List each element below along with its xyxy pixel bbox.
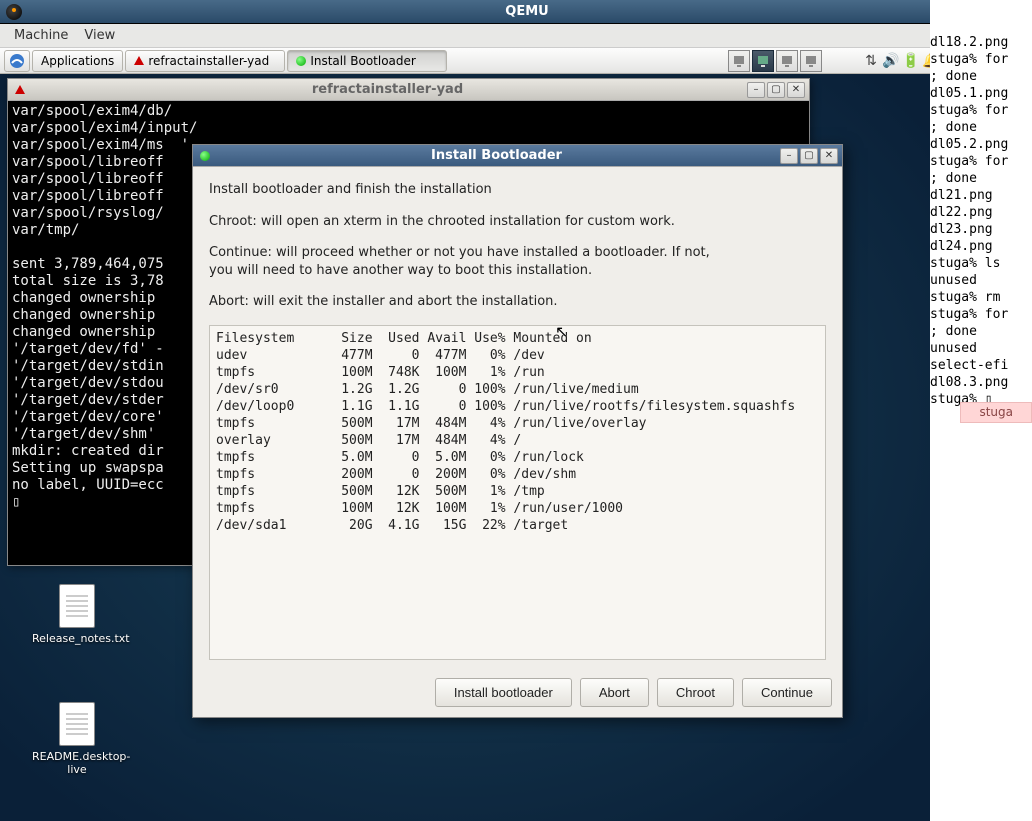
window-controls: – ▢ ✕ (747, 82, 805, 98)
desktop-icon-label: README.desktop-live (32, 750, 122, 776)
maximize-button[interactable]: ▢ (767, 82, 785, 98)
window-controls: – ▢ ✕ (780, 148, 838, 164)
dialog-titlebar[interactable]: Install Bootloader – ▢ ✕ (193, 145, 842, 167)
maximize-button[interactable]: ▢ (800, 148, 818, 164)
dialog-title: Install Bootloader (219, 148, 774, 163)
tray-launcher-1[interactable] (728, 50, 750, 72)
green-dot-icon (296, 56, 306, 66)
triangle-icon (134, 56, 144, 65)
text-file-icon (59, 584, 95, 628)
monitor-icon (805, 55, 817, 67)
desktop-icon-readme[interactable]: README.desktop-live (32, 702, 122, 776)
close-button[interactable]: ✕ (787, 82, 805, 98)
menu-view[interactable]: View (84, 28, 115, 43)
task-install-bootloader[interactable]: Install Bootloader (287, 50, 447, 72)
install-bootloader-dialog[interactable]: Install Bootloader – ▢ ✕ Install bootloa… (192, 144, 843, 718)
monitor-icon (733, 55, 745, 67)
filesystem-listing[interactable]: Filesystem Size Used Avail Use% Mounted … (209, 325, 826, 660)
refracta-logo-icon (12, 82, 28, 98)
monitor-icon (781, 55, 793, 67)
tray-launcher-3[interactable] (776, 50, 798, 72)
tray-launcher-2[interactable] (752, 50, 774, 72)
terminal-title: refractainstaller-yad (34, 82, 741, 97)
qemu-title: QEMU (28, 4, 1026, 19)
applications-menu[interactable]: Applications (32, 50, 123, 72)
desktop-icon-release-notes[interactable]: Release_notes.txt (32, 584, 122, 645)
close-button[interactable]: ✕ (820, 148, 838, 164)
continue-button[interactable]: Continue (742, 678, 832, 707)
monitor-active-icon (757, 55, 769, 67)
dialog-body: Install bootloader and finish the instal… (193, 167, 842, 670)
menu-machine[interactable]: Machine (14, 28, 68, 43)
panel-launcher-icon[interactable] (4, 50, 30, 72)
minimize-button[interactable]: – (747, 82, 765, 98)
tray-launcher-4[interactable] (800, 50, 822, 72)
dialog-text: Abort: will exit the installer and abort… (209, 293, 826, 311)
dialog-logo-icon (197, 148, 213, 164)
dialog-button-bar: Install bootloader Abort Chroot Continue (193, 670, 842, 717)
host-terminal-tab[interactable]: stuga (960, 402, 1032, 423)
chroot-button[interactable]: Chroot (657, 678, 734, 707)
vm-panel: Applications refractainstaller-yad Insta… (0, 48, 1032, 74)
host-terminal-output: dl18.2.png stuga% for ; done dl05.1.png … (930, 34, 1032, 408)
terminal-titlebar[interactable]: refractainstaller-yad – ▢ ✕ (8, 79, 809, 101)
task-refractainstaller[interactable]: refractainstaller-yad (125, 50, 285, 72)
abort-button[interactable]: Abort (580, 678, 649, 707)
network-icon[interactable]: ⇅ (862, 53, 880, 69)
volume-icon[interactable]: 🔊 (882, 53, 900, 69)
battery-icon[interactable]: 🔋 (902, 53, 920, 69)
qemu-titlebar[interactable]: QEMU (0, 0, 1032, 24)
desktop-icon-label: Release_notes.txt (32, 632, 122, 645)
minimize-button[interactable]: – (780, 148, 798, 164)
dialog-text: Continue: will proceed whether or not yo… (209, 244, 826, 279)
task-label: refractainstaller-yad (148, 54, 269, 68)
applications-label: Applications (41, 54, 114, 68)
dialog-text: Install bootloader and finish the instal… (209, 181, 826, 199)
dialog-text: Chroot: will open an xterm in the chroot… (209, 213, 826, 231)
qemu-menubar: Machine View (0, 24, 1032, 48)
qemu-icon (6, 4, 22, 20)
install-bootloader-button[interactable]: Install bootloader (435, 678, 572, 707)
text-file-icon (59, 702, 95, 746)
blue-circle-icon (9, 53, 25, 69)
host-terminal[interactable]: dl18.2.png stuga% for ; done dl05.1.png … (930, 0, 1032, 821)
task-label: Install Bootloader (310, 54, 416, 68)
qemu-window: QEMU Machine View Applications refractai… (0, 0, 1032, 821)
